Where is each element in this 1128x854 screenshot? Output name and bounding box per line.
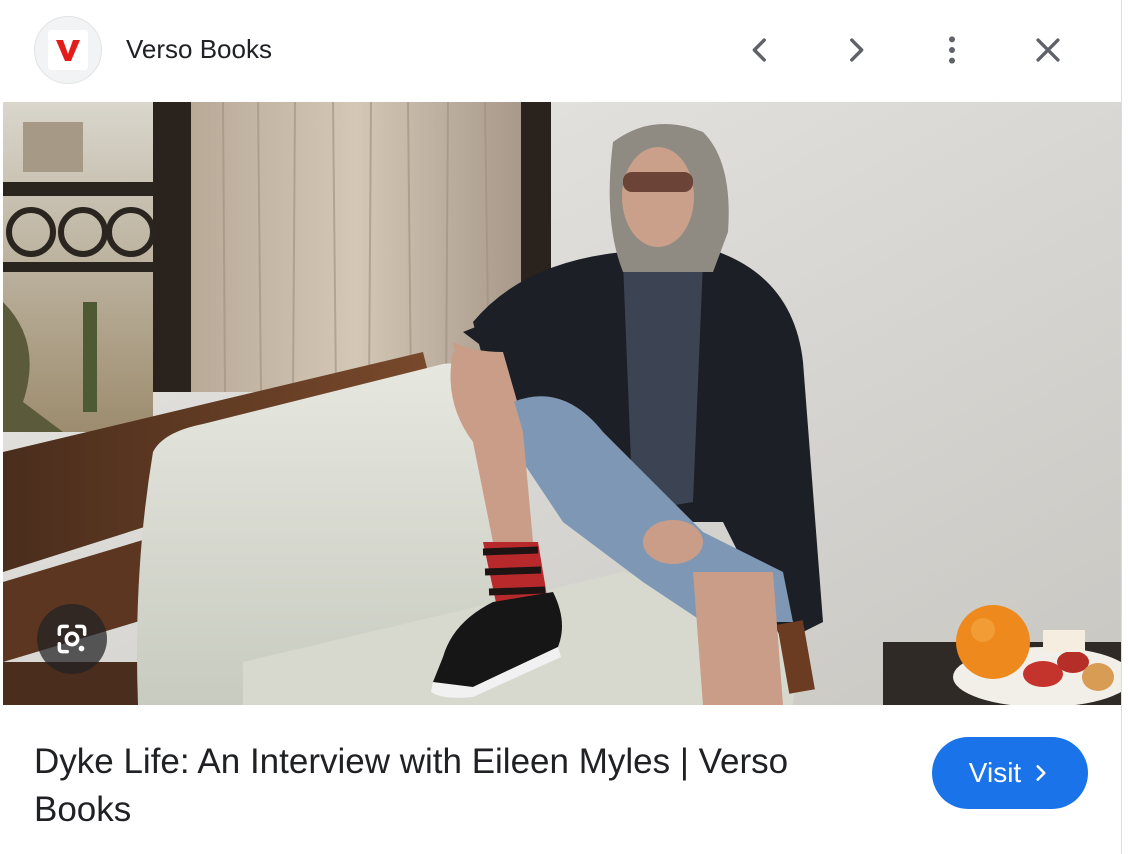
close-icon	[1036, 38, 1060, 62]
more-options-button[interactable]	[928, 26, 976, 74]
portrait-photo	[3, 102, 1121, 705]
next-button[interactable]	[832, 26, 880, 74]
preview-header: Verso Books	[0, 0, 1122, 102]
close-button[interactable]	[1024, 26, 1072, 74]
verso-logo-icon	[48, 30, 88, 70]
chevron-right-icon	[850, 38, 864, 62]
image-preview-panel: Verso Books Dyke Life: An Interview with…	[0, 0, 1122, 854]
google-lens-icon	[57, 624, 87, 654]
site-favicon[interactable]	[34, 16, 102, 84]
chevron-left-icon	[752, 38, 766, 62]
result-title[interactable]: Dyke Life: An Interview with Eileen Myle…	[34, 738, 854, 834]
more-vert-icon	[949, 36, 955, 64]
preview-image[interactable]	[3, 102, 1121, 705]
visit-button[interactable]: Visit	[932, 737, 1088, 809]
google-lens-button[interactable]	[37, 604, 107, 674]
site-name[interactable]: Verso Books	[126, 34, 272, 65]
chevron-right-icon	[1036, 765, 1046, 781]
visit-button-label: Visit	[968, 757, 1022, 788]
previous-button[interactable]	[736, 26, 784, 74]
